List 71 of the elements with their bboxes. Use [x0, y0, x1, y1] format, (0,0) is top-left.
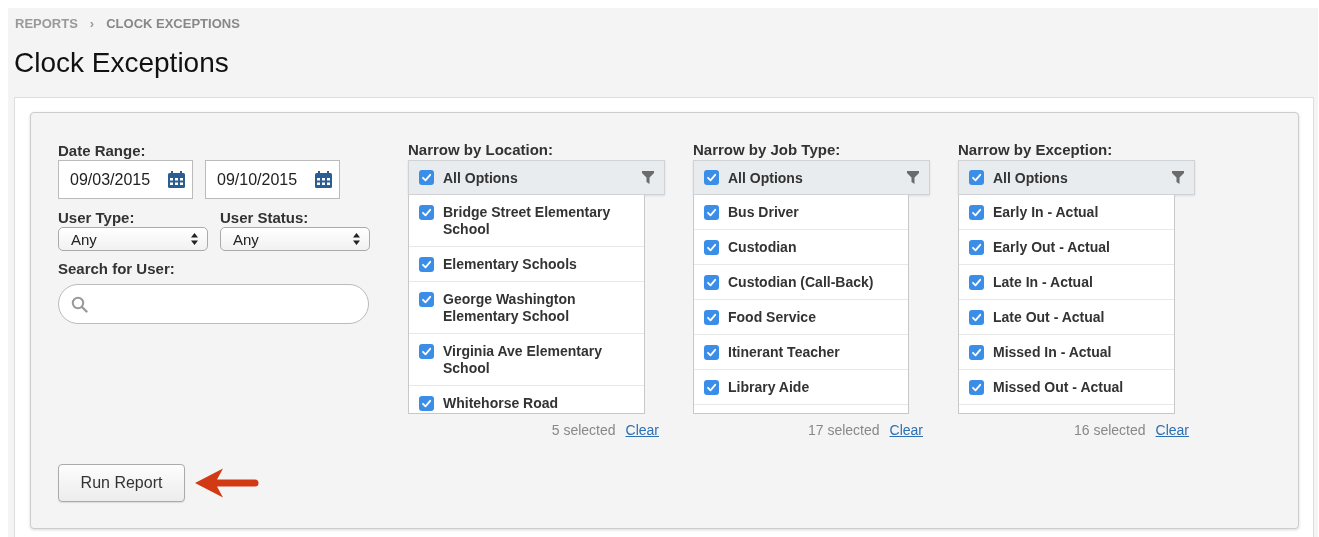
option-label: All Options	[443, 169, 519, 186]
user-status-select[interactable]: Any	[220, 227, 370, 251]
checkbox[interactable]	[969, 310, 984, 325]
option-label[interactable]: Late In - Actual	[993, 274, 1093, 291]
option-label[interactable]: George Washington Elementary School	[443, 291, 634, 325]
date-field[interactable]: 09/03/2015	[58, 160, 193, 199]
date-field[interactable]: 09/10/2015	[205, 160, 340, 199]
option-label[interactable]: Library Aide	[728, 379, 810, 396]
option-label[interactable]: Food Service	[728, 309, 816, 326]
select-arrows-icon	[191, 233, 198, 245]
option-label[interactable]: Missed Out - Actual	[993, 379, 1124, 396]
option-label[interactable]: Elementary Schools	[443, 256, 577, 273]
calendar-icon[interactable]	[167, 170, 186, 189]
checkbox[interactable]	[704, 275, 719, 290]
option-label[interactable]: Late Out - Actual	[993, 309, 1105, 326]
selected-count: 16 selected	[1073, 422, 1146, 438]
option-label[interactable]: Early In - Actual	[993, 204, 1099, 221]
field-label: Search for User:	[58, 259, 176, 278]
filter-title: Narrow by Job Type:	[693, 141, 842, 160]
user-type-select[interactable]: Any	[58, 227, 208, 251]
clear-link[interactable]: Clear	[889, 422, 923, 438]
filter-title: Narrow by Exception:	[958, 141, 1114, 160]
option-label[interactable]: Bridge Street Elementary School	[443, 204, 634, 238]
option-label[interactable]: Early Out - Actual	[993, 239, 1110, 256]
option-label: All Options	[728, 169, 804, 186]
field-label: Date Range:	[58, 141, 147, 160]
checkbox[interactable]	[969, 380, 984, 395]
checkbox[interactable]	[969, 345, 984, 360]
checkbox[interactable]	[419, 396, 434, 411]
option-label[interactable]: Custodian	[728, 239, 797, 256]
field-label: User Status:	[220, 208, 310, 227]
page-title: Clock Exceptions	[14, 46, 229, 80]
clear-link[interactable]: Clear	[1155, 422, 1189, 438]
checkbox[interactable]	[969, 240, 984, 255]
breadcrumb-separator: ›	[89, 16, 95, 32]
option-label[interactable]: Bus Driver	[728, 204, 799, 221]
filter-icon[interactable]	[907, 171, 919, 184]
checkbox[interactable]	[704, 205, 719, 220]
filter-icon[interactable]	[642, 171, 654, 184]
checkbox[interactable]	[419, 257, 434, 272]
option-label[interactable]: Whitehorse Road	[443, 395, 559, 412]
pointer-arrow	[193, 466, 259, 500]
checkbox[interactable]	[419, 170, 434, 185]
option-label[interactable]: Custodian (Call-Back)	[728, 274, 874, 291]
checkbox[interactable]	[419, 205, 434, 220]
option-label[interactable]: Virginia Ave Elementary School	[443, 343, 634, 377]
option-label: All Options	[993, 169, 1069, 186]
checkbox[interactable]	[704, 380, 719, 395]
run-report-button[interactable]: Run Report	[58, 464, 185, 502]
option-label[interactable]: Missed In - Actual	[993, 344, 1112, 361]
checkbox[interactable]	[704, 345, 719, 360]
checkbox[interactable]	[419, 344, 434, 359]
search-icon	[71, 295, 88, 313]
filter-title: Narrow by Location:	[408, 141, 554, 160]
checkbox[interactable]	[969, 170, 984, 185]
breadcrumb-item: CLOCK EXCEPTIONS	[106, 16, 240, 32]
select-arrows-icon	[353, 233, 360, 245]
selected-count: 17 selected	[807, 422, 880, 438]
checkbox[interactable]	[969, 275, 984, 290]
selected-count: 5 selected	[551, 422, 616, 438]
field-label: User Type:	[58, 208, 136, 227]
checkbox[interactable]	[969, 205, 984, 220]
checkbox[interactable]	[704, 170, 719, 185]
checkbox[interactable]	[704, 240, 719, 255]
search-field[interactable]	[58, 284, 369, 324]
calendar-icon[interactable]	[314, 170, 333, 189]
clear-link[interactable]: Clear	[625, 422, 659, 438]
option-label[interactable]: Itinerant Teacher	[728, 344, 840, 361]
checkbox[interactable]	[704, 310, 719, 325]
filter-icon[interactable]	[1172, 171, 1184, 184]
checkbox[interactable]	[419, 292, 434, 307]
